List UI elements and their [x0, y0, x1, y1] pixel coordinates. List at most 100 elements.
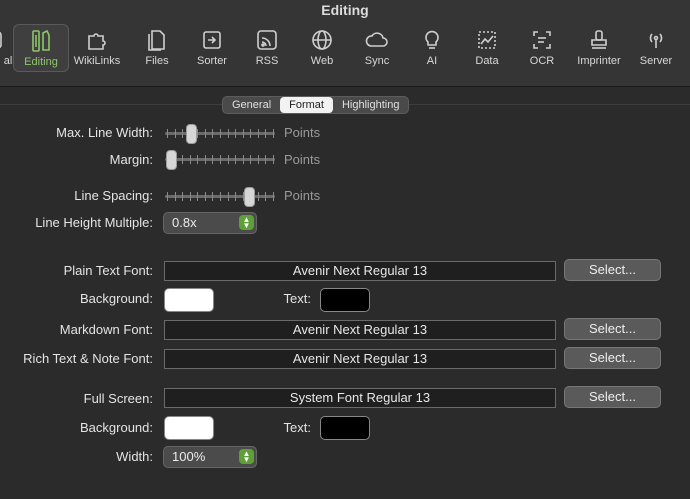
toolbar-item-rss[interactable]: RSS — [240, 24, 294, 70]
markdown-font-label: Markdown Font: — [59, 322, 153, 337]
margin-label: Margin: — [109, 152, 153, 167]
full-text-color-well[interactable] — [320, 416, 370, 440]
slider-thumb[interactable] — [166, 150, 177, 170]
slider-tick — [182, 192, 184, 201]
slider-tick — [182, 129, 184, 138]
toolbar-item-ocr[interactable]: OCR — [515, 24, 569, 70]
slider-tick — [212, 192, 214, 201]
plain-background-color-well[interactable] — [164, 288, 214, 312]
max-line-width-label: Max. Line Width: — [56, 125, 153, 140]
toolbar-item-editing[interactable]: Editing — [13, 24, 69, 72]
slider-tick — [174, 129, 176, 138]
slider-tick — [182, 155, 184, 164]
slider-tick — [257, 192, 259, 201]
line-height-multiple-select[interactable]: 0.8x ▲ ▼ — [163, 212, 257, 234]
line-height-multiple-label: Line Height Multiple: — [35, 215, 153, 230]
slider-tick — [197, 155, 199, 164]
slider-tick — [197, 192, 199, 201]
plain-text-font-label: Plain Text Font: — [63, 263, 153, 278]
slider-tick — [167, 129, 168, 138]
margin-slider[interactable] — [165, 149, 275, 170]
toolbar-item-sorter[interactable]: Sorter — [185, 24, 239, 70]
plain-text-color-well[interactable] — [320, 288, 370, 312]
tab-bar: General Format Highlighting — [222, 96, 410, 114]
slider-tick — [265, 129, 267, 138]
full-background-color-well[interactable] — [164, 416, 214, 440]
slider-tick — [204, 129, 206, 138]
slider-tick — [220, 192, 221, 201]
slider-tick — [189, 192, 191, 201]
rich-text-font-select-button[interactable]: Select... — [564, 347, 661, 369]
slider-tick — [250, 155, 252, 164]
slider-thumb[interactable] — [186, 124, 197, 144]
rich-text-font-label: Rich Text & Note Font: — [23, 351, 153, 366]
width-value: 100% — [172, 449, 206, 464]
plain-text-font-select-button[interactable]: Select... — [564, 259, 661, 281]
chevron-up-down-icon: ▲ ▼ — [239, 215, 254, 230]
pencil-ruler-icon — [29, 28, 53, 54]
slider-tick — [189, 155, 191, 164]
line-spacing-unit: Points — [284, 188, 321, 203]
toolbar-item-ai[interactable]: AI — [405, 24, 459, 70]
slider-tick — [257, 155, 259, 164]
toolbar-item-imprinter[interactable]: Imprinter — [572, 24, 626, 70]
stamp-icon — [587, 27, 611, 53]
slider-tick — [204, 192, 206, 201]
full-screen-font-select-button[interactable]: Select... — [564, 386, 661, 408]
toolbar-item-wikilinks[interactable]: WikiLinks — [70, 24, 124, 70]
slider-thumb[interactable] — [244, 187, 255, 207]
toolbar-item-files[interactable]: Files — [130, 24, 184, 70]
slider-tick — [273, 155, 274, 164]
rich-text-font-field: Avenir Next Regular 13 — [164, 349, 556, 369]
plain-text-color-label: Text: — [283, 291, 311, 306]
tab-format[interactable]: Format — [280, 97, 333, 113]
line-spacing-slider[interactable] — [165, 186, 275, 207]
slider-tick — [174, 192, 176, 201]
ocr-icon — [530, 27, 554, 53]
width-select[interactable]: 100% ▲ ▼ — [163, 446, 257, 468]
margin-unit: Points — [284, 152, 321, 167]
slider-tick — [250, 129, 252, 138]
slider-tick — [167, 192, 168, 201]
slider-tick — [242, 129, 244, 138]
full-screen-font-field: System Font Regular 13 — [164, 388, 556, 408]
slider-tick — [257, 129, 259, 138]
tab-general[interactable]: General — [223, 97, 280, 113]
slider-tick — [197, 129, 199, 138]
markdown-font-select-button[interactable]: Select... — [564, 318, 661, 340]
markdown-font-field: Avenir Next Regular 13 — [164, 320, 556, 340]
toolbar-item-data[interactable]: Data — [460, 24, 514, 70]
line-height-multiple-value: 0.8x — [172, 215, 197, 230]
tab-highlighting[interactable]: Highlighting — [333, 97, 408, 113]
slider-tick — [212, 129, 214, 138]
full-text-color-label: Text: — [283, 420, 311, 435]
chevron-up-down-icon: ▲ ▼ — [239, 449, 254, 464]
max-line-width-slider[interactable] — [165, 123, 275, 144]
plain-text-font-field: Avenir Next Regular 13 — [164, 261, 556, 281]
width-label: Width: — [116, 449, 153, 464]
cloud-icon — [364, 27, 390, 53]
slider-tick — [273, 192, 274, 201]
lightbulb-icon — [420, 27, 444, 53]
rss-icon — [255, 27, 279, 53]
slider-tick — [235, 192, 237, 201]
full-screen-font-label: Full Screen: — [83, 391, 153, 406]
full-background-label: Background: — [80, 420, 153, 435]
files-icon — [145, 27, 169, 53]
slider-tick — [265, 192, 267, 201]
slider-tick — [235, 129, 237, 138]
toolbar-item-web[interactable]: Web — [295, 24, 349, 70]
general-icon — [0, 27, 4, 53]
data-icon — [475, 27, 499, 53]
puzzle-icon — [85, 27, 109, 53]
globe-icon — [310, 27, 334, 53]
plain-background-label: Background: — [80, 291, 153, 306]
slider-tick — [204, 155, 206, 164]
slider-tick — [220, 129, 221, 138]
slider-tick — [212, 155, 214, 164]
slider-tick — [242, 155, 244, 164]
toolbar-item-sync[interactable]: Sync — [350, 24, 404, 70]
slider-tick — [227, 155, 229, 164]
toolbar-item-server[interactable]: Server — [629, 24, 683, 70]
slider-tick — [235, 155, 237, 164]
